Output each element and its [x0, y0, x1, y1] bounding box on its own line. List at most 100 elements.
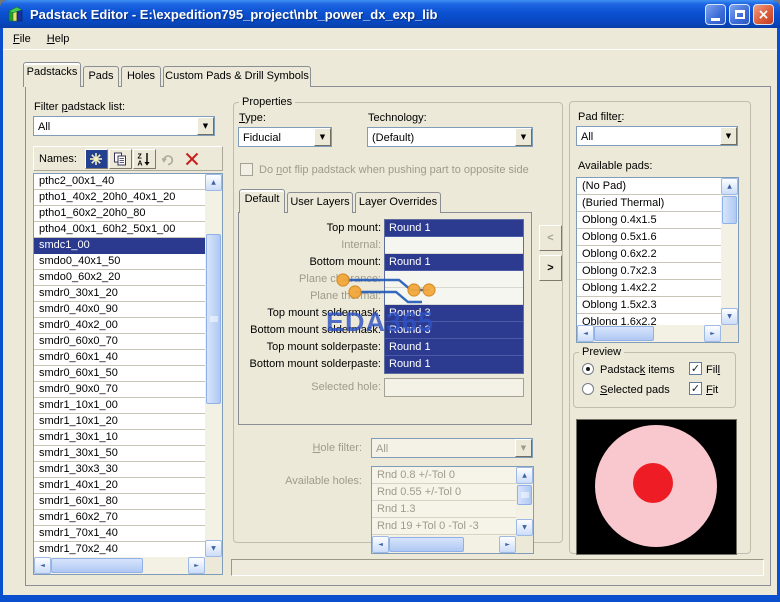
- scroll-up-icon[interactable]: ▲: [205, 174, 222, 191]
- available-pad-row[interactable]: Oblong 0.5x1.6: [577, 229, 721, 246]
- tab-layer-overrides[interactable]: Layer Overrides: [355, 192, 441, 213]
- titlebar[interactable]: Padstack Editor - E:\expedition795_proje…: [0, 0, 780, 28]
- tab-padstacks[interactable]: Padstacks: [23, 62, 81, 87]
- padstack-name-row[interactable]: smdr1_10x1_00: [34, 398, 205, 414]
- chevron-down-icon[interactable]: ▼: [515, 128, 532, 146]
- scroll-right-icon[interactable]: ►: [188, 557, 205, 574]
- technology-dropdown[interactable]: (Default) ▼: [367, 127, 533, 147]
- available-pad-row[interactable]: Oblong 0.4x1.5: [577, 212, 721, 229]
- fit-checkbox[interactable]: ✓: [689, 382, 702, 395]
- selected-hole-input[interactable]: [384, 378, 524, 397]
- fill-checkbox[interactable]: ✓: [689, 362, 702, 375]
- available-pad-row[interactable]: (No Pad): [577, 178, 721, 195]
- chevron-down-icon[interactable]: ▼: [197, 117, 214, 135]
- padstack-name-row[interactable]: smdr0_60x1_40: [34, 350, 205, 366]
- padstack-name-row[interactable]: smdr1_10x1_20: [34, 414, 205, 430]
- remove-pad-button[interactable]: <: [539, 225, 562, 251]
- padstack-name-row[interactable]: smdr1_40x1_20: [34, 478, 205, 494]
- padstack-name-row[interactable]: smdo0_60x2_20: [34, 270, 205, 286]
- holes-vertical-scrollbar[interactable]: ▲ ▼: [516, 467, 533, 536]
- menu-help[interactable]: Help: [39, 31, 78, 47]
- top-mount-value[interactable]: Round 1: [385, 220, 523, 237]
- names-vertical-scrollbar[interactable]: ▲ ▼: [205, 174, 222, 557]
- bottom-mount-solderpaste-value[interactable]: Round 1: [385, 356, 523, 373]
- padstack-name-row[interactable]: smdr0_90x0_70: [34, 382, 205, 398]
- pads-vertical-scrollbar[interactable]: ▲ ▼: [721, 178, 738, 325]
- pads-horizontal-scrollbar[interactable]: ◄ ►: [577, 325, 721, 342]
- scroll-right-icon[interactable]: ►: [704, 325, 721, 342]
- selected-pads-radio[interactable]: [582, 383, 594, 395]
- holes-vscroll-thumb[interactable]: [517, 485, 532, 505]
- scroll-left-icon[interactable]: ◄: [577, 325, 594, 342]
- padstack-name-row[interactable]: ptho4_00x1_60h2_50x1_00: [34, 222, 205, 238]
- padstack-name-row[interactable]: pthc2_00x1_40: [34, 174, 205, 190]
- padstack-name-row[interactable]: smdr0_60x0_70: [34, 334, 205, 350]
- minimize-button[interactable]: [705, 4, 726, 25]
- available-pad-row[interactable]: Oblong 0.6x2.2: [577, 246, 721, 263]
- padstack-name-row[interactable]: smdr1_70x1_40: [34, 526, 205, 542]
- padstack-name-row[interactable]: smdr0_40x2_00: [34, 318, 205, 334]
- names-horizontal-scrollbar[interactable]: ◄ ►: [34, 557, 205, 574]
- available-pad-row[interactable]: (Buried Thermal): [577, 195, 721, 212]
- padstack-name-row[interactable]: smdr1_60x2_70: [34, 510, 205, 526]
- padstack-name-row[interactable]: smdr0_30x1_20: [34, 286, 205, 302]
- padstack-name-row[interactable]: smdr0_60x1_50: [34, 366, 205, 382]
- available-pad-row[interactable]: Oblong 0.7x2.3: [577, 263, 721, 280]
- chevron-down-icon[interactable]: ▼: [720, 127, 737, 145]
- padstack-name-row[interactable]: smdr1_30x1_10: [34, 430, 205, 446]
- tab-custom-pads-drill-symbols[interactable]: Custom Pads & Drill Symbols: [163, 66, 311, 87]
- scroll-right-icon[interactable]: ►: [499, 536, 516, 553]
- padstack-name-row[interactable]: smdc1_00: [34, 238, 205, 254]
- scroll-left-icon[interactable]: ◄: [372, 536, 389, 553]
- names-vscroll-thumb[interactable]: [206, 234, 221, 404]
- scroll-down-icon[interactable]: ▼: [516, 519, 533, 536]
- scroll-down-icon[interactable]: ▼: [721, 308, 738, 325]
- delete-button[interactable]: [181, 149, 204, 169]
- tab-default[interactable]: Default: [239, 189, 285, 213]
- maximize-button[interactable]: [729, 4, 750, 25]
- available-pad-row[interactable]: Oblong 1.6x2.2: [577, 314, 721, 325]
- available-hole-row[interactable]: Rnd 0.55 +/-Tol 0: [372, 484, 516, 501]
- available-pad-row[interactable]: Oblong 1.4x2.2: [577, 280, 721, 297]
- tab-holes[interactable]: Holes: [121, 66, 161, 87]
- scroll-up-icon[interactable]: ▲: [516, 467, 533, 484]
- undo-button[interactable]: [157, 149, 180, 169]
- holes-horizontal-scrollbar[interactable]: ◄ ►: [372, 536, 516, 553]
- available-hole-row[interactable]: Rnd 0.8 +/-Tol 0: [372, 467, 516, 484]
- pads-hscroll-thumb[interactable]: [594, 326, 654, 341]
- scroll-left-icon[interactable]: ◄: [34, 557, 51, 574]
- copy-button[interactable]: [109, 149, 132, 169]
- filter-padstack-dropdown[interactable]: All ▼: [33, 116, 215, 136]
- sort-az-button[interactable]: Z A: [133, 149, 156, 169]
- top-mount-soldermask-value[interactable]: Round 3: [385, 305, 523, 322]
- scroll-up-icon[interactable]: ▲: [721, 178, 738, 195]
- padstack-name-row[interactable]: ptho1_60x2_20h0_80: [34, 206, 205, 222]
- padstack-items-radio[interactable]: [582, 363, 594, 375]
- close-button[interactable]: ×: [753, 4, 774, 25]
- scroll-down-icon[interactable]: ▼: [205, 540, 222, 557]
- names-hscroll-thumb[interactable]: [51, 558, 143, 573]
- top-mount-solderpaste-value[interactable]: Round 1: [385, 339, 523, 356]
- bottom-mount-soldermask-value[interactable]: Round 3: [385, 322, 523, 339]
- menu-file[interactable]: File: [5, 31, 39, 47]
- padstack-name-row[interactable]: smdr0_40x0_90: [34, 302, 205, 318]
- available-pad-row[interactable]: Oblong 1.5x2.3: [577, 297, 721, 314]
- plane-thermal-value[interactable]: [385, 288, 523, 305]
- new-padstack-button[interactable]: [85, 149, 108, 169]
- hole-filter-dropdown[interactable]: All ▼: [371, 438, 533, 458]
- do-not-flip-checkbox[interactable]: [240, 163, 253, 176]
- padstack-name-row[interactable]: smdr1_30x3_30: [34, 462, 205, 478]
- holes-hscroll-thumb[interactable]: [389, 537, 464, 552]
- bottom-mount-value[interactable]: Round 1: [385, 254, 523, 271]
- type-dropdown[interactable]: Fiducial ▼: [238, 127, 332, 147]
- internal-value[interactable]: [385, 237, 523, 254]
- padstack-name-row[interactable]: smdr1_70x2_40: [34, 542, 205, 557]
- pads-vscroll-thumb[interactable]: [722, 196, 737, 224]
- tab-pads[interactable]: Pads: [83, 66, 119, 87]
- padstack-name-row[interactable]: smdr1_30x1_50: [34, 446, 205, 462]
- padstack-name-row[interactable]: smdo0_40x1_50: [34, 254, 205, 270]
- padstack-name-row[interactable]: ptho1_40x2_20h0_40x1_20: [34, 190, 205, 206]
- padstack-name-row[interactable]: smdr1_60x1_80: [34, 494, 205, 510]
- chevron-down-icon[interactable]: ▼: [314, 128, 331, 146]
- tab-user-layers[interactable]: User Layers: [287, 192, 353, 213]
